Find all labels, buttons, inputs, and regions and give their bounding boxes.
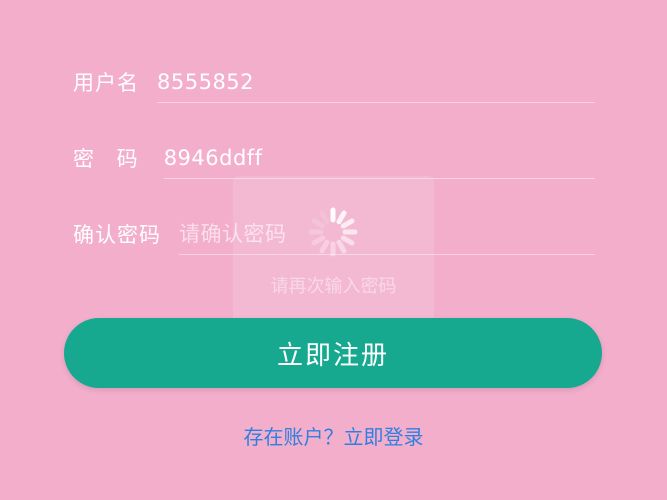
password-row: 密 码 — [73, 137, 595, 179]
username-input[interactable] — [157, 61, 595, 103]
spinner-icon — [308, 207, 358, 257]
login-link[interactable]: 存在账户？立即登录 — [0, 421, 667, 450]
register-button[interactable]: 立即注册 — [64, 318, 602, 388]
toast-message: 请再次输入密码 — [270, 276, 397, 297]
confirm-password-label: 确认密码 — [73, 223, 161, 247]
password-input[interactable] — [163, 137, 595, 179]
password-label: 密 码 — [73, 147, 146, 171]
username-label: 用户名 — [73, 71, 139, 95]
loading-toast: 请再次输入密码 — [233, 176, 434, 326]
username-row: 用户名 — [73, 61, 595, 103]
